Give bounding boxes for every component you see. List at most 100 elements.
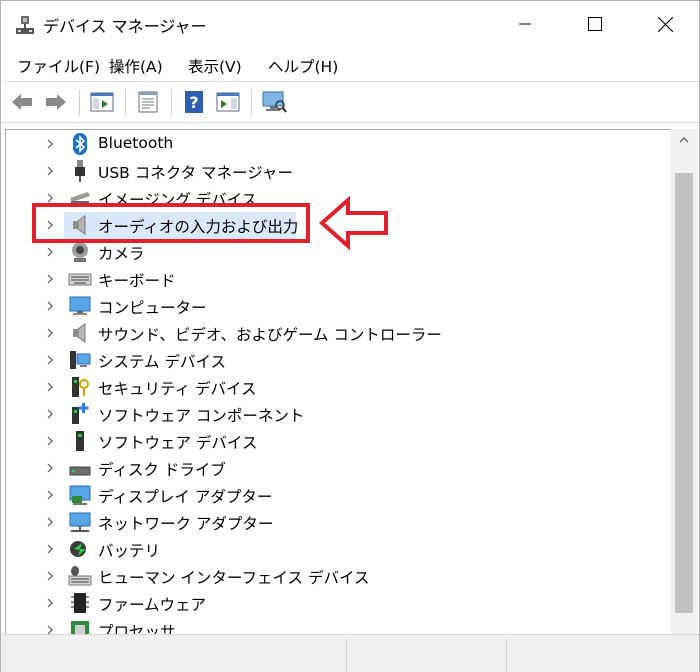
highlight-arrow-icon: [318, 196, 388, 250]
svg-text:?: ?: [189, 93, 198, 112]
expand-chevron-icon[interactable]: [45, 166, 55, 176]
tree-item-label: バッテリ: [98, 542, 161, 560]
tree-item-processors[interactable]: プロセッサ: [6, 617, 666, 634]
maximize-button[interactable]: [560, 1, 630, 47]
usb-connector-icon: [75, 160, 85, 182]
tree-item-batteries[interactable]: バッテリ: [6, 536, 666, 563]
close-icon: [657, 16, 673, 32]
toolbar: ?: [1, 83, 699, 123]
tree-item-human-interface-devices[interactable]: ヒューマン インターフェイス デバイス: [6, 563, 666, 590]
software-device-icon: [76, 431, 84, 451]
forward-button[interactable]: [41, 87, 71, 117]
bluetooth-icon: [73, 133, 87, 155]
tree-item-network-adapters[interactable]: ネットワーク アダプター: [6, 509, 666, 536]
system-device-icon: [70, 351, 91, 369]
expand-chevron-icon[interactable]: [45, 625, 55, 634]
toolbar-separator: [251, 90, 252, 116]
expand-chevron-icon[interactable]: [45, 463, 55, 473]
menu-file[interactable]: ファイル(F): [17, 55, 100, 77]
tree-item-label: コンピューター: [98, 299, 207, 317]
tree-item-label: プロセッサ: [98, 623, 176, 634]
software-component-icon: [72, 403, 89, 424]
tree-item-computer[interactable]: コンピューター: [6, 293, 666, 320]
scroll-up-button[interactable]: [671, 129, 697, 151]
back-button[interactable]: [7, 87, 37, 117]
properties-button[interactable]: [133, 87, 163, 117]
expand-chevron-icon[interactable]: [45, 247, 55, 257]
processor-icon: [71, 621, 89, 634]
tree-item-firmware[interactable]: ファームウェア: [6, 590, 666, 617]
tree-item-keyboard[interactable]: キーボード: [6, 266, 666, 293]
network-adapter-icon: [69, 512, 91, 532]
keyboard-icon: [68, 273, 92, 286]
menu-action[interactable]: 操作(A): [109, 55, 163, 77]
minimize-button[interactable]: [490, 1, 560, 47]
maximize-icon: [588, 17, 602, 31]
expand-chevron-icon[interactable]: [45, 598, 55, 608]
menu-help[interactable]: ヘルプ(H): [268, 55, 338, 77]
expand-chevron-icon[interactable]: [45, 355, 55, 365]
tree-item-label: システム デバイス: [98, 353, 226, 371]
device-manager-window: デバイス マネージャー ファイル(F) 操作(A) 表示(V) ヘルプ(H) ?…: [0, 0, 700, 672]
help-button[interactable]: ?: [179, 87, 209, 117]
minimize-icon: [519, 23, 531, 25]
tree-item-system-devices[interactable]: システム デバイス: [6, 347, 666, 374]
expand-chevron-icon[interactable]: [45, 274, 55, 284]
battery-icon: [70, 541, 86, 557]
expand-chevron-icon[interactable]: [45, 571, 55, 581]
tree-item-label: ヒューマン インターフェイス デバイス: [98, 569, 370, 587]
expand-chevron-icon[interactable]: [45, 436, 55, 446]
expand-chevron-icon[interactable]: [45, 139, 55, 149]
security-device-icon: [72, 377, 89, 397]
back-arrow-icon: [12, 94, 32, 110]
camera-icon: [72, 242, 88, 262]
tree-item-sound-video-game-controllers[interactable]: サウンド、ビデオ、およびゲーム コントローラー: [6, 320, 666, 347]
expand-chevron-icon[interactable]: [45, 193, 55, 203]
show-hide-console-tree-button[interactable]: [87, 87, 117, 117]
vertical-scrollbar[interactable]: [671, 129, 697, 634]
disk-drive-icon: [69, 466, 91, 476]
scan-hardware-changes-button[interactable]: [259, 87, 289, 117]
properties-icon: [138, 91, 158, 113]
display-adapter-icon: [69, 485, 91, 505]
menu-view[interactable]: 表示(V): [188, 55, 242, 77]
action-pane-button[interactable]: [213, 87, 243, 117]
tree-item-usb-connector[interactable]: USB コネクタ マネージャー: [6, 158, 666, 185]
tree-item-label: USB コネクタ マネージャー: [98, 164, 293, 182]
tree-item-label: サウンド、ビデオ、およびゲーム コントローラー: [98, 326, 442, 344]
status-divider: [346, 639, 347, 671]
expand-chevron-icon[interactable]: [45, 382, 55, 392]
tree-item-software-devices[interactable]: ソフトウェア デバイス: [6, 428, 666, 455]
sound-speaker-icon: [73, 323, 86, 343]
tree-item-label: ソフトウェア コンポーネント: [98, 407, 305, 425]
device-manager-app-icon: [14, 14, 36, 36]
expand-chevron-icon[interactable]: [45, 490, 55, 500]
tree-item-label: ディスク ドライブ: [98, 461, 226, 479]
tree-item-bluetooth[interactable]: Bluetooth: [6, 131, 666, 158]
close-button[interactable]: [630, 1, 700, 47]
tree-item-label: ファームウェア: [98, 596, 207, 614]
expand-chevron-icon[interactable]: [45, 544, 55, 554]
action-pane-icon: [216, 92, 240, 112]
tree-item-label: ディスプレイ アダプター: [98, 488, 273, 506]
title-bar[interactable]: デバイス マネージャー: [1, 1, 699, 47]
expand-chevron-icon[interactable]: [45, 409, 55, 419]
scrollbar-thumb[interactable]: [675, 173, 693, 613]
tree-item-software-components[interactable]: ソフトウェア コンポーネント: [6, 401, 666, 428]
tree-item-display-adapters[interactable]: ディスプレイ アダプター: [6, 482, 666, 509]
forward-arrow-icon: [46, 94, 66, 110]
tree-item-security-devices[interactable]: セキュリティ デバイス: [6, 374, 666, 401]
status-bar: [1, 634, 699, 672]
tree-item-label: Bluetooth: [98, 134, 174, 152]
toolbar-separator: [171, 90, 172, 116]
status-divider: [506, 639, 507, 671]
expand-chevron-icon[interactable]: [45, 517, 55, 527]
toolbar-separator: [125, 90, 126, 116]
expand-chevron-icon[interactable]: [45, 328, 55, 338]
help-icon: ?: [185, 91, 203, 113]
expand-chevron-icon[interactable]: [45, 301, 55, 311]
scan-monitor-icon: [262, 91, 287, 113]
tree-item-disk-drives[interactable]: ディスク ドライブ: [6, 455, 666, 482]
window-title: デバイス マネージャー: [43, 17, 207, 36]
tree-item-label: ネットワーク アダプター: [98, 515, 274, 533]
